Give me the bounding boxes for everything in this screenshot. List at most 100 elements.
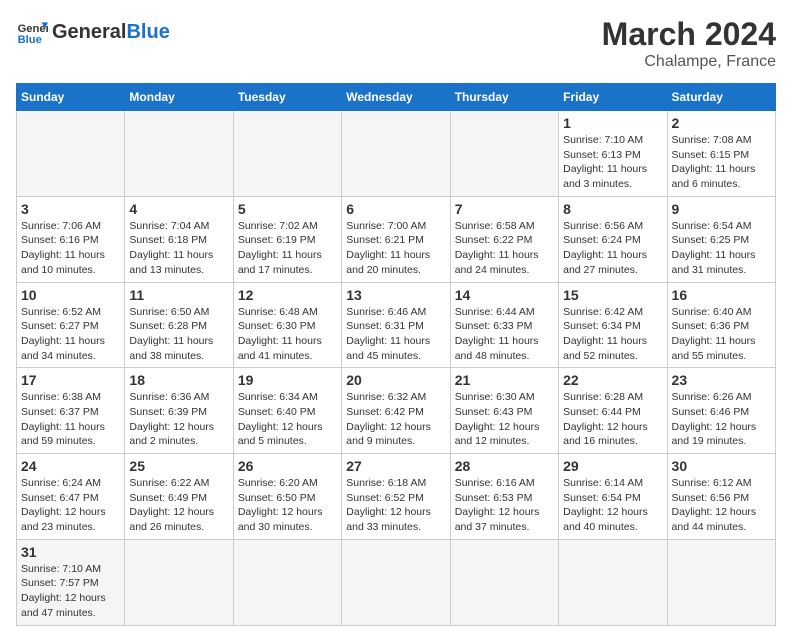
calendar-week-row: 31Sunrise: 7:10 AM Sunset: 7:57 PM Dayli… [17,539,776,625]
day-info: Sunrise: 6:44 AM Sunset: 6:33 PM Dayligh… [455,305,554,364]
calendar-cell: 23 Sunrise: 6:26 AM Sunset: 6:46 PM Dayli… [667,368,775,454]
day-info: Sunrise: 6:58 AM Sunset: 6:22 PM Dayligh… [455,219,554,278]
day-number: 25 [129,458,228,474]
calendar-cell: 28 Sunrise: 6:16 AM Sunset: 6:53 PM Dayli… [450,454,558,540]
calendar-week-row: 1Sunrise: 7:10 AM Sunset: 6:13 PM Daylig… [17,111,776,197]
calendar-cell: 11 Sunrise: 6:50 AM Sunset: 6:28 PM Dayli… [125,282,233,368]
day-info: Sunrise: 6:22 AM Sunset: 6:49 PM Dayligh… [129,476,228,535]
calendar-cell: 6 Sunrise: 7:00 AM Sunset: 6:21 PM Daylig… [342,196,450,282]
calendar-cell: 12 Sunrise: 6:48 AM Sunset: 6:30 PM Dayli… [233,282,341,368]
calendar-cell: 13Sunrise: 6:46 AM Sunset: 6:31 PM Dayli… [342,282,450,368]
day-number: 11 [129,287,228,303]
calendar-cell: 5 Sunrise: 7:02 AM Sunset: 6:19 PM Daylig… [233,196,341,282]
calendar-cell: 3 Sunrise: 7:06 AM Sunset: 6:16 PM Daylig… [17,196,125,282]
logo-icon: General Blue [16,16,48,48]
day-info: Sunrise: 7:10 AM Sunset: 6:13 PM Dayligh… [563,133,662,192]
day-info: Sunrise: 6:52 AM Sunset: 6:27 PM Dayligh… [21,305,120,364]
day-info: Sunrise: 6:14 AM Sunset: 6:54 PM Dayligh… [563,476,662,535]
day-number: 5 [238,201,337,217]
calendar-cell: 22 Sunrise: 6:28 AM Sunset: 6:44 PM Dayli… [559,368,667,454]
weekday-header-cell: Tuesday [233,84,341,111]
month-title: March 2024 [602,16,776,53]
day-info: Sunrise: 7:00 AM Sunset: 6:21 PM Dayligh… [346,219,445,278]
day-number: 21 [455,372,554,388]
day-number: 10 [21,287,120,303]
calendar-cell: 10 Sunrise: 6:52 AM Sunset: 6:27 PM Dayli… [17,282,125,368]
day-number: 6 [346,201,445,217]
calendar-week-row: 24Sunrise: 6:24 AM Sunset: 6:47 PM Dayli… [17,454,776,540]
day-info: Sunrise: 6:16 AM Sunset: 6:53 PM Dayligh… [455,476,554,535]
calendar-cell [233,539,341,625]
calendar-cell: 26Sunrise: 6:20 AM Sunset: 6:50 PM Dayli… [233,454,341,540]
calendar-cell [450,539,558,625]
logo: General Blue GeneralBlue [16,16,170,48]
calendar-cell: 19Sunrise: 6:34 AM Sunset: 6:40 PM Dayli… [233,368,341,454]
day-number: 27 [346,458,445,474]
calendar-cell [667,539,775,625]
day-info: Sunrise: 6:54 AM Sunset: 6:25 PM Dayligh… [672,219,771,278]
calendar-cell: 7 Sunrise: 6:58 AM Sunset: 6:22 PM Daylig… [450,196,558,282]
day-info: Sunrise: 7:02 AM Sunset: 6:19 PM Dayligh… [238,219,337,278]
day-info: Sunrise: 6:32 AM Sunset: 6:42 PM Dayligh… [346,390,445,449]
weekday-header-cell: Thursday [450,84,558,111]
calendar-cell [342,539,450,625]
day-info: Sunrise: 6:26 AM Sunset: 6:46 PM Dayligh… [672,390,771,449]
calendar-cell [233,111,341,197]
day-number: 20 [346,372,445,388]
calendar-cell [125,539,233,625]
weekday-header-row: SundayMondayTuesdayWednesdayThursdayFrid… [17,84,776,111]
day-number: 7 [455,201,554,217]
day-number: 31 [21,544,120,560]
calendar-cell: 14 Sunrise: 6:44 AM Sunset: 6:33 PM Dayli… [450,282,558,368]
day-info: Sunrise: 6:36 AM Sunset: 6:39 PM Dayligh… [129,390,228,449]
calendar-cell [559,539,667,625]
calendar-cell: 31Sunrise: 7:10 AM Sunset: 7:57 PM Dayli… [17,539,125,625]
day-number: 14 [455,287,554,303]
title-area: March 2024 Chalampe, France [602,16,776,71]
weekday-header-cell: Wednesday [342,84,450,111]
day-info: Sunrise: 6:20 AM Sunset: 6:50 PM Dayligh… [238,476,337,535]
calendar-cell [17,111,125,197]
calendar-cell: 29 Sunrise: 6:14 AM Sunset: 6:54 PM Dayli… [559,454,667,540]
svg-text:Blue: Blue [18,34,42,46]
weekday-header-cell: Saturday [667,84,775,111]
calendar-cell [125,111,233,197]
day-info: Sunrise: 7:08 AM Sunset: 6:15 PM Dayligh… [672,133,771,192]
logo-general: General [52,21,126,43]
logo-blue: Blue [126,21,169,43]
calendar-cell: 9Sunrise: 6:54 AM Sunset: 6:25 PM Daylig… [667,196,775,282]
day-info: Sunrise: 6:18 AM Sunset: 6:52 PM Dayligh… [346,476,445,535]
day-number: 22 [563,372,662,388]
day-info: Sunrise: 6:40 AM Sunset: 6:36 PM Dayligh… [672,305,771,364]
calendar-cell: 17Sunrise: 6:38 AM Sunset: 6:37 PM Dayli… [17,368,125,454]
weekday-header-cell: Monday [125,84,233,111]
calendar-cell: 18Sunrise: 6:36 AM Sunset: 6:39 PM Dayli… [125,368,233,454]
day-number: 15 [563,287,662,303]
day-number: 12 [238,287,337,303]
calendar-cell: 25 Sunrise: 6:22 AM Sunset: 6:49 PM Dayli… [125,454,233,540]
calendar-cell: 1Sunrise: 7:10 AM Sunset: 6:13 PM Daylig… [559,111,667,197]
day-number: 28 [455,458,554,474]
day-info: Sunrise: 6:56 AM Sunset: 6:24 PM Dayligh… [563,219,662,278]
calendar-week-row: 10 Sunrise: 6:52 AM Sunset: 6:27 PM Dayli… [17,282,776,368]
day-number: 4 [129,201,228,217]
day-info: Sunrise: 6:48 AM Sunset: 6:30 PM Dayligh… [238,305,337,364]
calendar-cell: 24Sunrise: 6:24 AM Sunset: 6:47 PM Dayli… [17,454,125,540]
day-info: Sunrise: 6:42 AM Sunset: 6:34 PM Dayligh… [563,305,662,364]
calendar-week-row: 3 Sunrise: 7:06 AM Sunset: 6:16 PM Daylig… [17,196,776,282]
day-number: 23 [672,372,771,388]
day-number: 2 [672,115,771,131]
day-info: Sunrise: 6:28 AM Sunset: 6:44 PM Dayligh… [563,390,662,449]
calendar-cell: 8Sunrise: 6:56 AM Sunset: 6:24 PM Daylig… [559,196,667,282]
day-info: Sunrise: 7:06 AM Sunset: 6:16 PM Dayligh… [21,219,120,278]
day-number: 29 [563,458,662,474]
day-number: 16 [672,287,771,303]
day-info: Sunrise: 6:38 AM Sunset: 6:37 PM Dayligh… [21,390,120,449]
calendar-cell: 15 Sunrise: 6:42 AM Sunset: 6:34 PM Dayli… [559,282,667,368]
day-info: Sunrise: 6:50 AM Sunset: 6:28 PM Dayligh… [129,305,228,364]
calendar-week-row: 17Sunrise: 6:38 AM Sunset: 6:37 PM Dayli… [17,368,776,454]
calendar-cell: 21Sunrise: 6:30 AM Sunset: 6:43 PM Dayli… [450,368,558,454]
day-info: Sunrise: 6:34 AM Sunset: 6:40 PM Dayligh… [238,390,337,449]
day-number: 3 [21,201,120,217]
calendar-cell: 16 Sunrise: 6:40 AM Sunset: 6:36 PM Dayli… [667,282,775,368]
